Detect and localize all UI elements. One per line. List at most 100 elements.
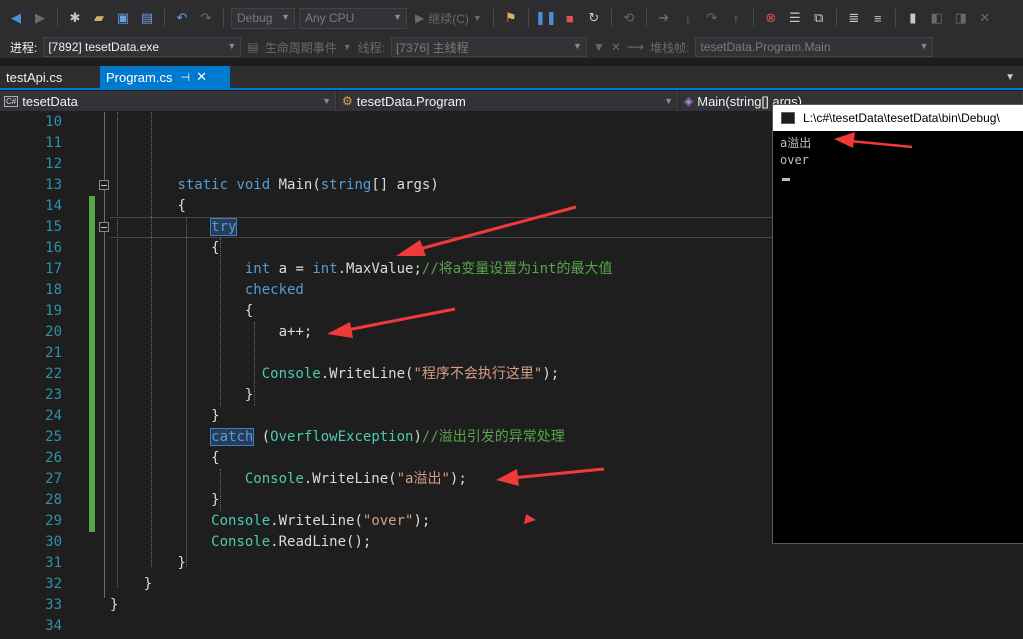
navigate-back-icon[interactable]: ◀ xyxy=(6,8,26,28)
platform-value: Any CPU xyxy=(305,11,355,25)
tab-label: Program.cs xyxy=(106,69,173,85)
filter-clear-icon[interactable]: ✕ xyxy=(611,40,621,54)
comment-icon[interactable]: ☰ xyxy=(785,8,805,28)
next-bookmark-icon[interactable]: ◨ xyxy=(951,8,971,28)
tab-overflow-chevron-icon[interactable]: ▼ xyxy=(1005,72,1015,83)
thread-dropdown[interactable]: [7376] 主线程 ▼ xyxy=(390,37,587,57)
filter-icon[interactable]: ▼ xyxy=(593,40,605,54)
attach-process-icon[interactable]: ⚑ xyxy=(501,8,521,28)
undo-icon[interactable]: ↶ xyxy=(172,8,192,28)
code-text: { xyxy=(211,450,220,466)
method-icon: ◈ xyxy=(684,94,694,108)
toolbar-separator xyxy=(835,9,837,27)
platform-dropdown[interactable]: Any CPU ▼ xyxy=(299,7,407,29)
outdent-icon[interactable]: ≡ xyxy=(868,8,888,28)
type-name: OverflowException xyxy=(270,429,414,445)
redo-icon[interactable]: ↷ xyxy=(196,8,216,28)
main-toolbar: ◀ ▶ ✱ ▰ ▣ ▤ ↶ ↷ Debug ▼ Any CPU ▼ ▶ 继续(C… xyxy=(0,0,1023,36)
console-window[interactable]: L:\c#\tesetData\tesetData\bin\Debug\ a溢出… xyxy=(772,104,1023,544)
process-label: 进程: xyxy=(10,40,38,55)
code-text: ); xyxy=(542,366,560,382)
step-over-icon[interactable]: ↷ xyxy=(702,8,722,28)
bookmark-window-icon[interactable]: ⧉ xyxy=(809,8,829,28)
breakpoints-icon[interactable]: ⊗ xyxy=(761,8,781,28)
line-number: 23 xyxy=(45,387,62,403)
show-next-statement-icon[interactable]: ➜ xyxy=(654,8,674,28)
chevron-down-icon: ▼ xyxy=(393,11,402,22)
console-app-icon xyxy=(781,112,795,124)
class-dropdown[interactable]: ⚙ tesetData.Program ▼ xyxy=(338,91,678,111)
break-all-icon[interactable]: ❚❚ xyxy=(535,8,557,28)
console-title-bar[interactable]: L:\c#\tesetData\tesetData\bin\Debug\ xyxy=(773,105,1023,131)
code-line: Console.WriteLine("a溢出"); xyxy=(110,469,775,490)
console-title: L:\c#\tesetData\tesetData\bin\Debug\ xyxy=(803,111,1000,125)
code-text: a++; xyxy=(278,324,313,340)
code-text: ); xyxy=(413,513,431,529)
pin-icon[interactable]: ⊣ xyxy=(180,71,190,84)
collapse-region-icon[interactable] xyxy=(99,222,109,232)
comment: //溢出引发的异常处理 xyxy=(421,429,565,445)
save-all-icon[interactable]: ▤ xyxy=(137,8,157,28)
tab-testapi[interactable]: testApi.cs xyxy=(0,66,96,88)
line-number: 12 xyxy=(45,156,62,172)
continue-button[interactable]: ▶ 继续(C) ▼ xyxy=(411,10,486,27)
tab-program[interactable]: Program.cs ⊣ ✕ xyxy=(100,66,230,88)
code-text: { xyxy=(211,240,220,256)
new-project-icon[interactable]: ✱ xyxy=(65,8,85,28)
code-line: static void Main(string[] args) xyxy=(110,175,775,196)
stack-frame-icon: ⟿ xyxy=(626,40,645,54)
code-line: } xyxy=(110,553,775,574)
process-dropdown[interactable]: [7892] tesetData.exe ▼ xyxy=(43,37,242,57)
comment: //将a变量设置为int的最大值 xyxy=(421,261,613,277)
line-number: 19 xyxy=(45,303,62,319)
project-dropdown[interactable]: C# tesetData ▼ xyxy=(0,91,336,111)
line-number: 27 xyxy=(45,471,62,487)
keyword: void xyxy=(236,177,271,193)
close-icon[interactable]: ✕ xyxy=(196,69,207,85)
document-tabs: testApi.cs Program.cs ⊣ ✕ ▼ xyxy=(0,66,1023,90)
code-line: { xyxy=(110,301,775,322)
step-out-icon[interactable]: ↑ xyxy=(726,8,746,28)
solution-config-dropdown[interactable]: Debug ▼ xyxy=(231,7,295,29)
step-into-icon[interactable]: ↓ xyxy=(678,8,698,28)
lifecycle-events-icon[interactable]: ▤ xyxy=(247,40,258,54)
code-line: } xyxy=(110,595,775,616)
chevron-down-icon: ▼ xyxy=(573,41,582,51)
save-icon[interactable]: ▣ xyxy=(113,8,133,28)
string-literal: "a溢出" xyxy=(396,471,450,487)
indent-icon[interactable]: ≣ xyxy=(844,8,864,28)
toolbar-separator xyxy=(610,9,612,27)
navigate-forward-icon[interactable]: ▶ xyxy=(30,8,50,28)
hot-reload-icon[interactable]: ⟲ xyxy=(619,8,639,28)
line-number: 33 xyxy=(45,597,62,613)
clear-bookmarks-icon[interactable]: ✕ xyxy=(975,8,995,28)
tab-label: testApi.cs xyxy=(6,69,63,85)
chevron-down-icon: ▼ xyxy=(227,41,237,51)
chevron-down-icon: ▼ xyxy=(281,11,290,22)
toolbar-separator xyxy=(645,9,647,27)
code-text: .WriteLine( xyxy=(320,366,414,382)
keyword: catch xyxy=(210,428,255,446)
stack-frame-dropdown[interactable]: tesetData.Program.Main ▼ xyxy=(695,37,934,57)
line-number: 22 xyxy=(45,366,62,382)
toolbar-separator xyxy=(492,9,494,27)
open-file-icon[interactable]: ▰ xyxy=(89,8,109,28)
code-line: Console.WriteLine("over"); xyxy=(110,511,775,532)
lifecycle-events-button[interactable]: 生命周期事件 xyxy=(265,39,337,56)
class-icon: ⚙ xyxy=(342,94,353,108)
continue-label: 继续(C) xyxy=(428,11,469,26)
bookmark-icon[interactable]: ▮ xyxy=(903,8,923,28)
restart-icon[interactable]: ↻ xyxy=(584,8,604,28)
code-text: } xyxy=(110,597,119,613)
line-number: 25 xyxy=(45,429,62,445)
debug-location-toolbar: 进程: [7892] tesetData.exe ▼ ▤ 生命周期事件 ▼ 线程… xyxy=(0,36,1023,58)
prev-bookmark-icon[interactable]: ◧ xyxy=(927,8,947,28)
line-number: 21 xyxy=(45,345,62,361)
stop-debugging-icon[interactable]: ■ xyxy=(560,8,580,28)
line-number: 16 xyxy=(45,240,62,256)
toolbar-separator xyxy=(164,9,165,27)
toolbar-separator xyxy=(223,9,224,27)
collapse-region-icon[interactable] xyxy=(99,180,109,190)
process-value: [7892] tesetData.exe xyxy=(48,40,160,54)
code-text: ); xyxy=(449,471,467,487)
